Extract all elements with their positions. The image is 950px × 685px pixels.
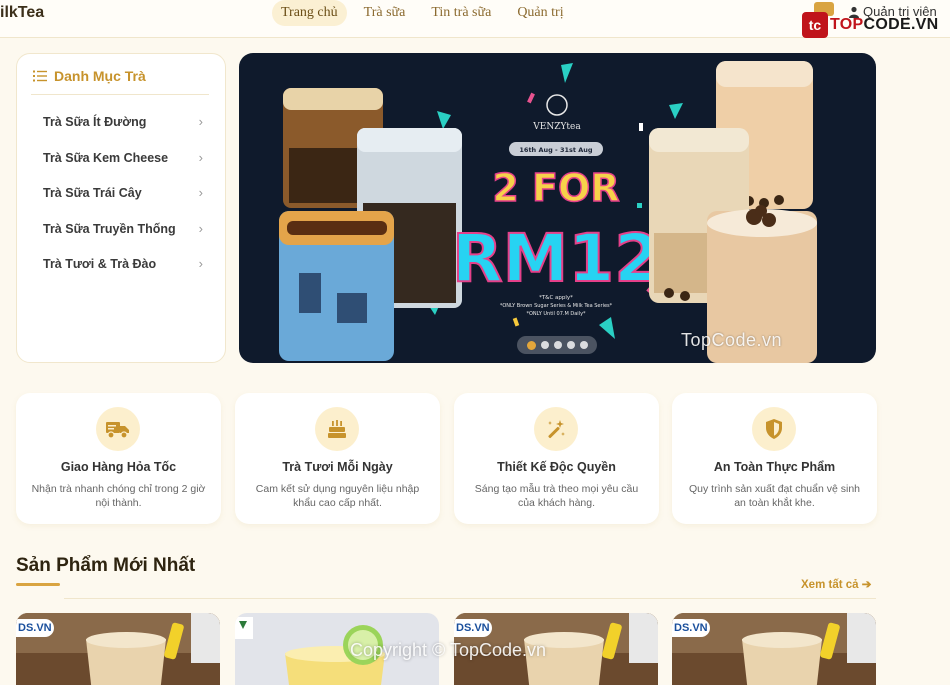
feature-card-fresh: Trà Tươi Mỗi Ngày Cam kết sử dụng nguyên… bbox=[235, 393, 440, 524]
nav-news[interactable]: Tin trà sữa bbox=[422, 0, 500, 26]
brand-logo[interactable]: ilkTea bbox=[0, 4, 44, 22]
section-title-new-products: Sản Phẩm Mới Nhất bbox=[16, 555, 196, 576]
section-underline bbox=[16, 583, 60, 586]
main-nav: Trang chủ Trà sữa Tin trà sữa Quản trị bbox=[272, 0, 573, 26]
see-all-label: Xem tất cả bbox=[801, 579, 859, 591]
list-icon bbox=[33, 70, 47, 82]
category-label: Trà Tươi & Trà Đào bbox=[43, 256, 157, 271]
feature-card-delivery: Giao Hàng Hỏa Tốc Nhận trà nhanh chóng c… bbox=[16, 393, 221, 524]
category-item[interactable]: Trà Sữa Ít Đường › bbox=[43, 114, 203, 129]
category-label: Trà Sữa Kem Cheese bbox=[43, 150, 169, 165]
feature-desc: Cam kết sử dụng nguyên liệu nhập khẩu ca… bbox=[255, 483, 420, 509]
topcode-text: TOPCODE.VN bbox=[830, 16, 939, 33]
category-heading: Danh Mục Trà bbox=[33, 68, 146, 84]
banner-headline-2: RM12 bbox=[452, 220, 660, 297]
see-all-link[interactable]: Xem tất cả ➔ bbox=[801, 577, 871, 591]
feature-title: Giao Hàng Hỏa Tốc bbox=[60, 460, 177, 474]
chevron-right-icon: › bbox=[198, 221, 203, 236]
chevron-right-icon: › bbox=[198, 185, 203, 200]
banner-fine-print: *T&C apply* bbox=[539, 295, 573, 301]
category-item[interactable]: Trà Tươi & Trà Đào › bbox=[43, 256, 203, 271]
category-title: Danh Mục Trà bbox=[54, 68, 146, 84]
nav-home[interactable]: Trang chủ bbox=[272, 0, 347, 26]
chevron-right-icon: › bbox=[198, 150, 203, 165]
carousel-dot[interactable] bbox=[553, 341, 562, 349]
banner-fine-print: *ONLY Brown Sugar Series & Milk Tea Seri… bbox=[500, 303, 613, 309]
truck-icon bbox=[96, 407, 140, 451]
shield-icon bbox=[752, 407, 796, 451]
feature-card-safety: An Toàn Thực Phẩm Quy trình sản xuất đạt… bbox=[672, 393, 877, 524]
copyright-watermark: Copyright © TopCode.vn bbox=[350, 640, 547, 660]
banner-headline-1: 2 FOR bbox=[492, 166, 619, 210]
banner-image: VENZYtea 16th Aug - 31st Aug 2 FOR RM12 … bbox=[279, 61, 817, 363]
chevron-right-icon: › bbox=[198, 256, 203, 271]
divider bbox=[64, 598, 876, 599]
feature-card-design: Thiết Kế Độc Quyền Sáng tạo mẫu trà theo… bbox=[454, 393, 659, 524]
banner-date: 16th Aug - 31st Aug bbox=[519, 146, 593, 154]
nav-milk-tea[interactable]: Trà sữa bbox=[355, 0, 415, 26]
topcode-watermark: TopCode.vn bbox=[681, 330, 783, 350]
feature-desc: Quy trình sản xuất đạt chuẩn vệ sinh an … bbox=[688, 483, 861, 509]
category-item[interactable]: Trà Sữa Trái Cây › bbox=[43, 185, 203, 200]
feature-desc: Sáng tạo mẫu trà theo mọi yêu cầu của kh… bbox=[474, 483, 639, 509]
chevron-right-icon: › bbox=[198, 114, 203, 129]
feature-desc: Nhận trà nhanh chóng chỉ trong 2 giờ nội… bbox=[31, 483, 206, 509]
category-label: Trà Sữa Ít Đường bbox=[43, 114, 147, 129]
top-header: ilkTea Trang chủ Trà sữa Tin trà sữa Quả… bbox=[0, 0, 950, 38]
category-label: Trà Sữa Truyền Thống bbox=[43, 221, 176, 236]
category-label: Trà Sữa Trái Cây bbox=[43, 185, 142, 200]
divider bbox=[31, 94, 209, 95]
cake-icon bbox=[315, 407, 359, 451]
carousel-dot-active[interactable] bbox=[526, 340, 536, 350]
store-badge: DS.VN bbox=[672, 619, 710, 637]
magic-wand-icon bbox=[534, 407, 578, 451]
category-item[interactable]: Trà Sữa Kem Cheese › bbox=[43, 150, 203, 165]
product-card[interactable]: DS.VN bbox=[672, 613, 876, 685]
nav-admin[interactable]: Quản trị bbox=[508, 0, 572, 26]
feature-title: Thiết Kế Độc Quyền bbox=[497, 460, 616, 474]
carousel-indicator bbox=[517, 336, 597, 354]
topcode-mark: tc bbox=[802, 12, 828, 38]
feature-title: An Toàn Thực Phẩm bbox=[713, 460, 836, 474]
carousel-dot[interactable] bbox=[579, 341, 588, 349]
store-badge: DS.VN bbox=[454, 619, 492, 637]
feature-title: Trà Tươi Mỗi Ngày bbox=[282, 460, 393, 474]
store-badge: DS.VN bbox=[16, 619, 54, 637]
product-card[interactable]: DS.VN bbox=[16, 613, 220, 685]
banner-brand: VENZYtea bbox=[532, 122, 581, 132]
category-item[interactable]: Trà Sữa Truyền Thống › bbox=[43, 221, 203, 236]
carousel-dot[interactable] bbox=[566, 341, 575, 349]
promo-banner-carousel[interactable]: VENZYtea 16th Aug - 31st Aug 2 FOR RM12 … bbox=[239, 53, 876, 363]
topcode-watermark-logo: tc TOPCODE.VN bbox=[802, 2, 950, 38]
banner-fine-print: *ONLY Until 07.M Daily* bbox=[526, 311, 586, 317]
category-panel: Danh Mục Trà Trà Sữa Ít Đường › Trà Sữa K… bbox=[16, 53, 226, 363]
carousel-dot[interactable] bbox=[540, 341, 549, 349]
arrow-right-icon: ➔ bbox=[861, 579, 872, 591]
